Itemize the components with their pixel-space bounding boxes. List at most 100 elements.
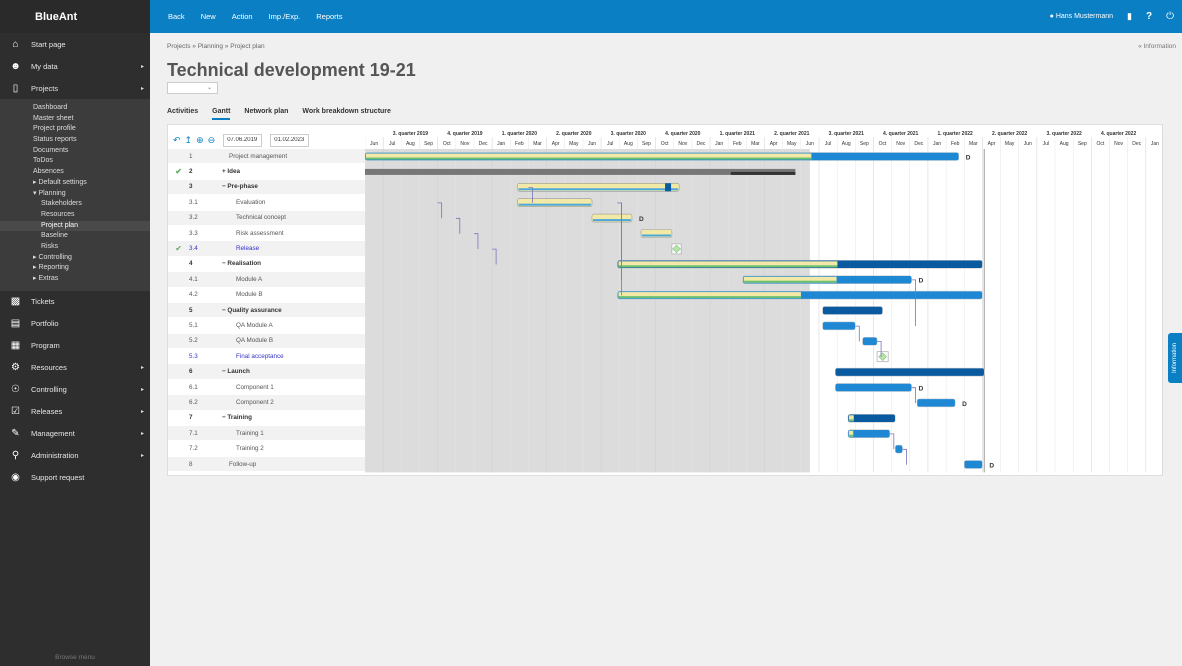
row-number: 6.2 xyxy=(189,398,198,406)
gantt-row[interactable]: 5.1 QA Module A xyxy=(168,318,365,334)
subnav-baseline[interactable]: Baseline xyxy=(0,231,150,242)
row-name: − Training xyxy=(222,414,252,422)
gantt-bar-progress xyxy=(665,183,672,192)
main-nav: ⌂ Start page ☻ My data ▸ ▯ Projects ▸ xyxy=(0,33,150,99)
subnav-dashboard[interactable]: Dashboard xyxy=(0,103,150,114)
gantt-row[interactable]: 6.2 Component 2 xyxy=(168,395,365,411)
subnav-planning[interactable]: ▾ Planning xyxy=(0,189,150,200)
nav-management[interactable]: ✎ Management ▸ xyxy=(0,423,150,445)
new-menu[interactable]: New xyxy=(201,12,216,21)
nav-portfolio[interactable]: ▤ Portfolio xyxy=(0,313,150,335)
date-to-input[interactable] xyxy=(270,133,310,147)
subnav-extras[interactable]: ▸ Extras xyxy=(0,274,150,285)
bottom-nav: ▩ Tickets ▤ Portfolio ▦ Program ⚙ Resources ▸ ☉ Co… xyxy=(0,291,150,489)
gantt-row[interactable]: 1 Project management xyxy=(168,149,365,165)
gantt-row[interactable]: 7.2 Training 2 xyxy=(168,441,365,457)
subnav-default-settings[interactable]: ▸ Default settings xyxy=(0,178,150,189)
date-from-input[interactable] xyxy=(223,133,263,147)
subnav-documents[interactable]: Documents xyxy=(0,146,150,157)
upload-icon[interactable]: ↥ xyxy=(185,135,193,146)
gantt-bar-plan xyxy=(642,234,671,237)
user-menu[interactable]: ● Hans Mustermann xyxy=(1050,13,1113,20)
nav-administration[interactable]: ⚲ Administration ▸ xyxy=(0,445,150,467)
subnav-stakeholders[interactable]: Stakeholders xyxy=(0,199,150,210)
gantt-row[interactable]: ✔ 2 + Idea xyxy=(168,164,365,180)
subnav-master-sheet[interactable]: Master sheet xyxy=(0,114,150,125)
row-name: Follow-up xyxy=(229,460,257,468)
month-label: Mar xyxy=(969,141,978,147)
subnav-project-plan[interactable]: Project plan xyxy=(0,220,150,232)
subnav-resources[interactable]: Resources xyxy=(0,210,150,221)
back-menu[interactable]: Back xyxy=(168,12,185,21)
subnav-project-profile[interactable]: Project profile xyxy=(0,124,150,135)
nav-my-data[interactable]: ☻ My data ▸ xyxy=(0,55,150,77)
information-side-tab[interactable]: Information xyxy=(1168,333,1182,383)
nav-start-page[interactable]: ⌂ Start page xyxy=(0,33,150,55)
browse-menu[interactable]: Browse menu xyxy=(0,650,150,666)
nav-controlling[interactable]: ☉ Controlling ▸ xyxy=(0,379,150,401)
row-name: Component 1 xyxy=(236,383,274,391)
gantt-row[interactable]: 8 Follow-up xyxy=(168,456,365,473)
gantt-row[interactable]: 3.1 Evaluation xyxy=(168,195,365,211)
power-icon[interactable]: ⏻ xyxy=(1166,11,1174,22)
nav-projects[interactable]: ▯ Projects ▸ xyxy=(0,77,150,99)
zoom-in-icon[interactable]: ⊕ xyxy=(196,135,204,146)
gantt-row[interactable]: 7.1 Training 1 xyxy=(168,426,365,442)
subnav-todos[interactable]: ToDos xyxy=(0,156,150,167)
logo[interactable]: BlueAnt xyxy=(0,0,150,33)
zoom-out-icon[interactable]: ⊖ xyxy=(208,135,216,146)
month-label: Oct xyxy=(661,141,669,147)
gantt-row[interactable]: 5.3 Final acceptance xyxy=(168,349,365,365)
subnav-status-reports[interactable]: Status reports xyxy=(0,135,150,146)
reports-menu[interactable]: Reports xyxy=(316,12,342,21)
action-menu[interactable]: Action xyxy=(232,12,253,21)
row-name: − Pre-phase xyxy=(222,183,258,191)
month-label: May xyxy=(1005,141,1015,147)
chevron-right-icon: ▸ xyxy=(140,409,144,416)
quarter-label: 2. quarter 2022 xyxy=(992,131,1028,137)
subnav-risks[interactable]: Risks xyxy=(0,242,150,253)
tab-gantt[interactable]: Gantt xyxy=(212,108,231,120)
gantt-row[interactable]: 3.2 Technical concept xyxy=(168,210,365,226)
nav-releases[interactable]: ☑ Releases ▸ xyxy=(0,401,150,423)
subnav-reporting[interactable]: ▸ Reporting xyxy=(0,263,150,274)
nav-label: Projects xyxy=(31,83,59,93)
month-label: Oct xyxy=(879,141,887,147)
tab-activities[interactable]: Activities xyxy=(167,108,198,120)
month-label: Jan xyxy=(497,141,505,147)
quarter-label: 3. quarter 2022 xyxy=(1046,131,1082,137)
undo-icon[interactable]: ↶ xyxy=(173,135,181,146)
month-label: Feb xyxy=(733,141,742,147)
portfolio-icon: ▤ xyxy=(10,318,21,330)
view-select[interactable]: ⌄ xyxy=(167,82,218,94)
gantt-row[interactable]: 4.1 Module A xyxy=(168,272,365,288)
tab-work-breakdown-structure[interactable]: Work breakdown structure xyxy=(302,108,391,120)
nav-resources[interactable]: ⚙ Resources ▸ xyxy=(0,357,150,379)
help-icon[interactable]: ? xyxy=(1146,11,1152,22)
gantt-row[interactable]: 6 − Launch xyxy=(168,364,365,380)
tab-network-plan[interactable]: Network plan xyxy=(244,108,288,120)
information-link[interactable]: « Information xyxy=(1138,43,1176,50)
breadcrumb[interactable]: Projects » Planning » Project plan xyxy=(167,43,265,50)
gantt-row[interactable]: 3.3 Risk assessment xyxy=(168,226,365,242)
gantt-row[interactable]: 5 − Quality assurance xyxy=(168,302,365,319)
chevron-right-icon: ▸ xyxy=(140,365,144,372)
subnav-absences[interactable]: Absences xyxy=(0,167,150,178)
bookmark-icon[interactable]: ▮ xyxy=(1127,11,1132,22)
gantt-chart[interactable]: 3. quarter 2019 4. quarter 2019 1. quarter… xyxy=(365,125,1164,477)
gantt-row[interactable]: ✔ 3.4 Release xyxy=(168,241,365,257)
gantt-row[interactable]: 5.2 QA Module B xyxy=(168,333,365,350)
import-export-menu[interactable]: Imp./Exp. xyxy=(269,12,301,21)
month-label: Sep xyxy=(860,141,869,147)
row-name: QA Module A xyxy=(236,321,273,329)
gantt-row[interactable]: 6.1 Component 1 xyxy=(168,380,365,396)
nav-label: Releases xyxy=(31,407,63,417)
gantt-row[interactable]: 3 − Pre-phase xyxy=(168,179,365,196)
nav-support-request[interactable]: ◉ Support request xyxy=(0,467,150,489)
gantt-row[interactable]: 4 − Realisation xyxy=(168,257,365,273)
nav-tickets[interactable]: ▩ Tickets xyxy=(0,291,150,313)
nav-program[interactable]: ▦ Program xyxy=(0,335,150,357)
gantt-row[interactable]: 4.2 Module B xyxy=(168,288,365,303)
gantt-row[interactable]: 7 − Training xyxy=(168,411,365,427)
subnav-controlling[interactable]: ▸ Controlling xyxy=(0,253,150,264)
